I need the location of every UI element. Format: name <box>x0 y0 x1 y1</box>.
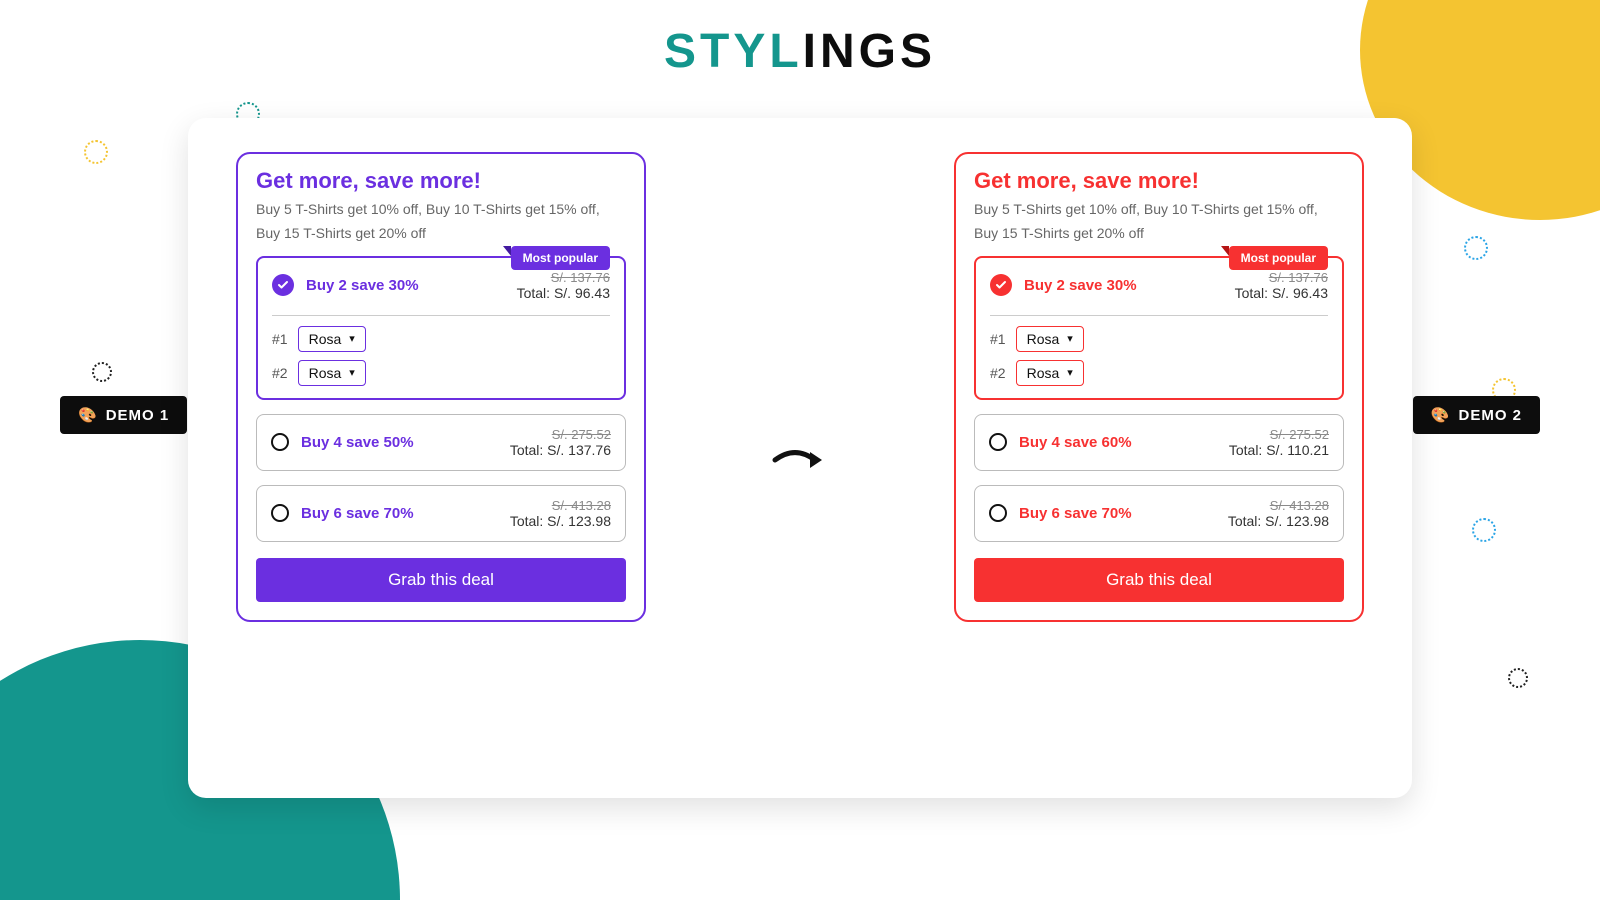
chevron-down-icon: ▾ <box>1067 332 1073 345</box>
radio-unchecked-icon[interactable] <box>989 504 1007 522</box>
price-total: Total: S/. 137.76 <box>510 442 611 458</box>
chevron-down-icon: ▾ <box>349 332 355 345</box>
variant-select[interactable]: Rosa ▾ <box>1016 326 1084 352</box>
tier-label: Buy 2 save 30% <box>1024 277 1137 294</box>
tier-price: S/. 275.52 Total: S/. 137.76 <box>510 427 611 458</box>
variant-value: Rosa <box>309 365 342 381</box>
price-original: S/. 413.28 <box>510 498 611 513</box>
price-original: S/. 413.28 <box>1228 498 1329 513</box>
tier-label: Buy 4 save 60% <box>1019 434 1132 451</box>
variant-value: Rosa <box>1027 365 1060 381</box>
card-title: Get more, save more! <box>256 168 626 194</box>
radio-unchecked-icon[interactable] <box>989 433 1007 451</box>
radio-unchecked-icon[interactable] <box>271 433 289 451</box>
grab-deal-button[interactable]: Grab this deal <box>256 558 626 602</box>
ribbon-most-popular: Most popular <box>1229 246 1328 270</box>
tier-option-1[interactable]: Most popular Buy 2 save 30% S/. 137.76 T… <box>256 256 626 400</box>
variant-index: #2 <box>990 365 1006 381</box>
radio-checked-icon[interactable] <box>272 274 294 296</box>
variant-value: Rosa <box>309 331 342 347</box>
price-original: S/. 275.52 <box>1229 427 1329 442</box>
decor-ring <box>1472 518 1496 542</box>
comparison-panel: Get more, save more! Buy 5 T-Shirts get … <box>188 118 1412 798</box>
demo-tag-left: 🎨 DEMO 1 <box>60 396 187 434</box>
price-total: Total: S/. 96.43 <box>517 285 610 301</box>
ribbon-most-popular: Most popular <box>511 246 610 270</box>
tier-option-3[interactable]: Buy 6 save 70% S/. 413.28 Total: S/. 123… <box>256 485 626 542</box>
decor-ring <box>1508 668 1528 688</box>
price-total: Total: S/. 96.43 <box>1235 285 1328 301</box>
tier-label: Buy 4 save 50% <box>301 434 414 451</box>
tier-label: Buy 2 save 30% <box>306 277 419 294</box>
arrow-right-icon <box>770 440 830 485</box>
demo-label: DEMO 2 <box>1458 407 1522 424</box>
variant-index: #1 <box>990 331 1006 347</box>
variant-index: #2 <box>272 365 288 381</box>
price-total: Total: S/. 123.98 <box>510 513 611 529</box>
card-subtitle: Buy 5 T-Shirts get 10% off, Buy 10 T-Shi… <box>974 198 1344 246</box>
demo-tag-right: 🎨 DEMO 2 <box>1413 396 1540 434</box>
variant-row: #2 Rosa ▾ <box>272 360 610 386</box>
chevron-down-icon: ▾ <box>349 366 355 379</box>
tier-price: S/. 275.52 Total: S/. 110.21 <box>1229 427 1329 458</box>
palette-icon: 🎨 <box>1431 406 1451 424</box>
tier-label: Buy 6 save 70% <box>301 505 414 522</box>
variant-row: #2 Rosa ▾ <box>990 360 1328 386</box>
option-group: Most popular Buy 2 save 30% S/. 137.76 T… <box>974 256 1344 542</box>
card-subtitle: Buy 5 T-Shirts get 10% off, Buy 10 T-Shi… <box>256 198 626 246</box>
price-total: Total: S/. 123.98 <box>1228 513 1329 529</box>
variant-select[interactable]: Rosa ▾ <box>298 360 366 386</box>
grab-deal-button[interactable]: Grab this deal <box>974 558 1344 602</box>
price-original: S/. 137.76 <box>1235 270 1328 285</box>
tier-price: S/. 413.28 Total: S/. 123.98 <box>510 498 611 529</box>
card-title: Get more, save more! <box>974 168 1344 194</box>
tier-option-1[interactable]: Most popular Buy 2 save 30% S/. 137.76 T… <box>974 256 1344 400</box>
brand-part2: INGS <box>803 25 936 78</box>
tier-price: S/. 413.28 Total: S/. 123.98 <box>1228 498 1329 529</box>
palette-icon: 🎨 <box>78 406 98 424</box>
variant-select[interactable]: Rosa ▾ <box>1016 360 1084 386</box>
variant-index: #1 <box>272 331 288 347</box>
tier-option-2[interactable]: Buy 4 save 60% S/. 275.52 Total: S/. 110… <box>974 414 1344 471</box>
tier-option-3[interactable]: Buy 6 save 70% S/. 413.28 Total: S/. 123… <box>974 485 1344 542</box>
decor-ring <box>84 140 108 164</box>
deal-card-purple: Get more, save more! Buy 5 T-Shirts get … <box>236 152 646 622</box>
tier-price: S/. 137.76 Total: S/. 96.43 <box>517 270 610 301</box>
price-original: S/. 275.52 <box>510 427 611 442</box>
tier-price: S/. 137.76 Total: S/. 96.43 <box>1235 270 1328 301</box>
tier-label: Buy 6 save 70% <box>1019 505 1132 522</box>
radio-unchecked-icon[interactable] <box>271 504 289 522</box>
variant-value: Rosa <box>1027 331 1060 347</box>
deal-card-red: Get more, save more! Buy 5 T-Shirts get … <box>954 152 1364 622</box>
chevron-down-icon: ▾ <box>1067 366 1073 379</box>
variant-row: #1 Rosa ▾ <box>272 326 610 352</box>
variant-select[interactable]: Rosa ▾ <box>298 326 366 352</box>
brand-logo: STYLINGS <box>0 24 1600 79</box>
option-group: Most popular Buy 2 save 30% S/. 137.76 T… <box>256 256 626 542</box>
decor-ring <box>92 362 112 382</box>
price-total: Total: S/. 110.21 <box>1229 442 1329 458</box>
radio-checked-icon[interactable] <box>990 274 1012 296</box>
price-original: S/. 137.76 <box>517 270 610 285</box>
decor-ring <box>1464 236 1488 260</box>
tier-option-2[interactable]: Buy 4 save 50% S/. 275.52 Total: S/. 137… <box>256 414 626 471</box>
variant-row: #1 Rosa ▾ <box>990 326 1328 352</box>
brand-part1: STYL <box>664 25 803 78</box>
demo-label: DEMO 1 <box>106 407 170 424</box>
